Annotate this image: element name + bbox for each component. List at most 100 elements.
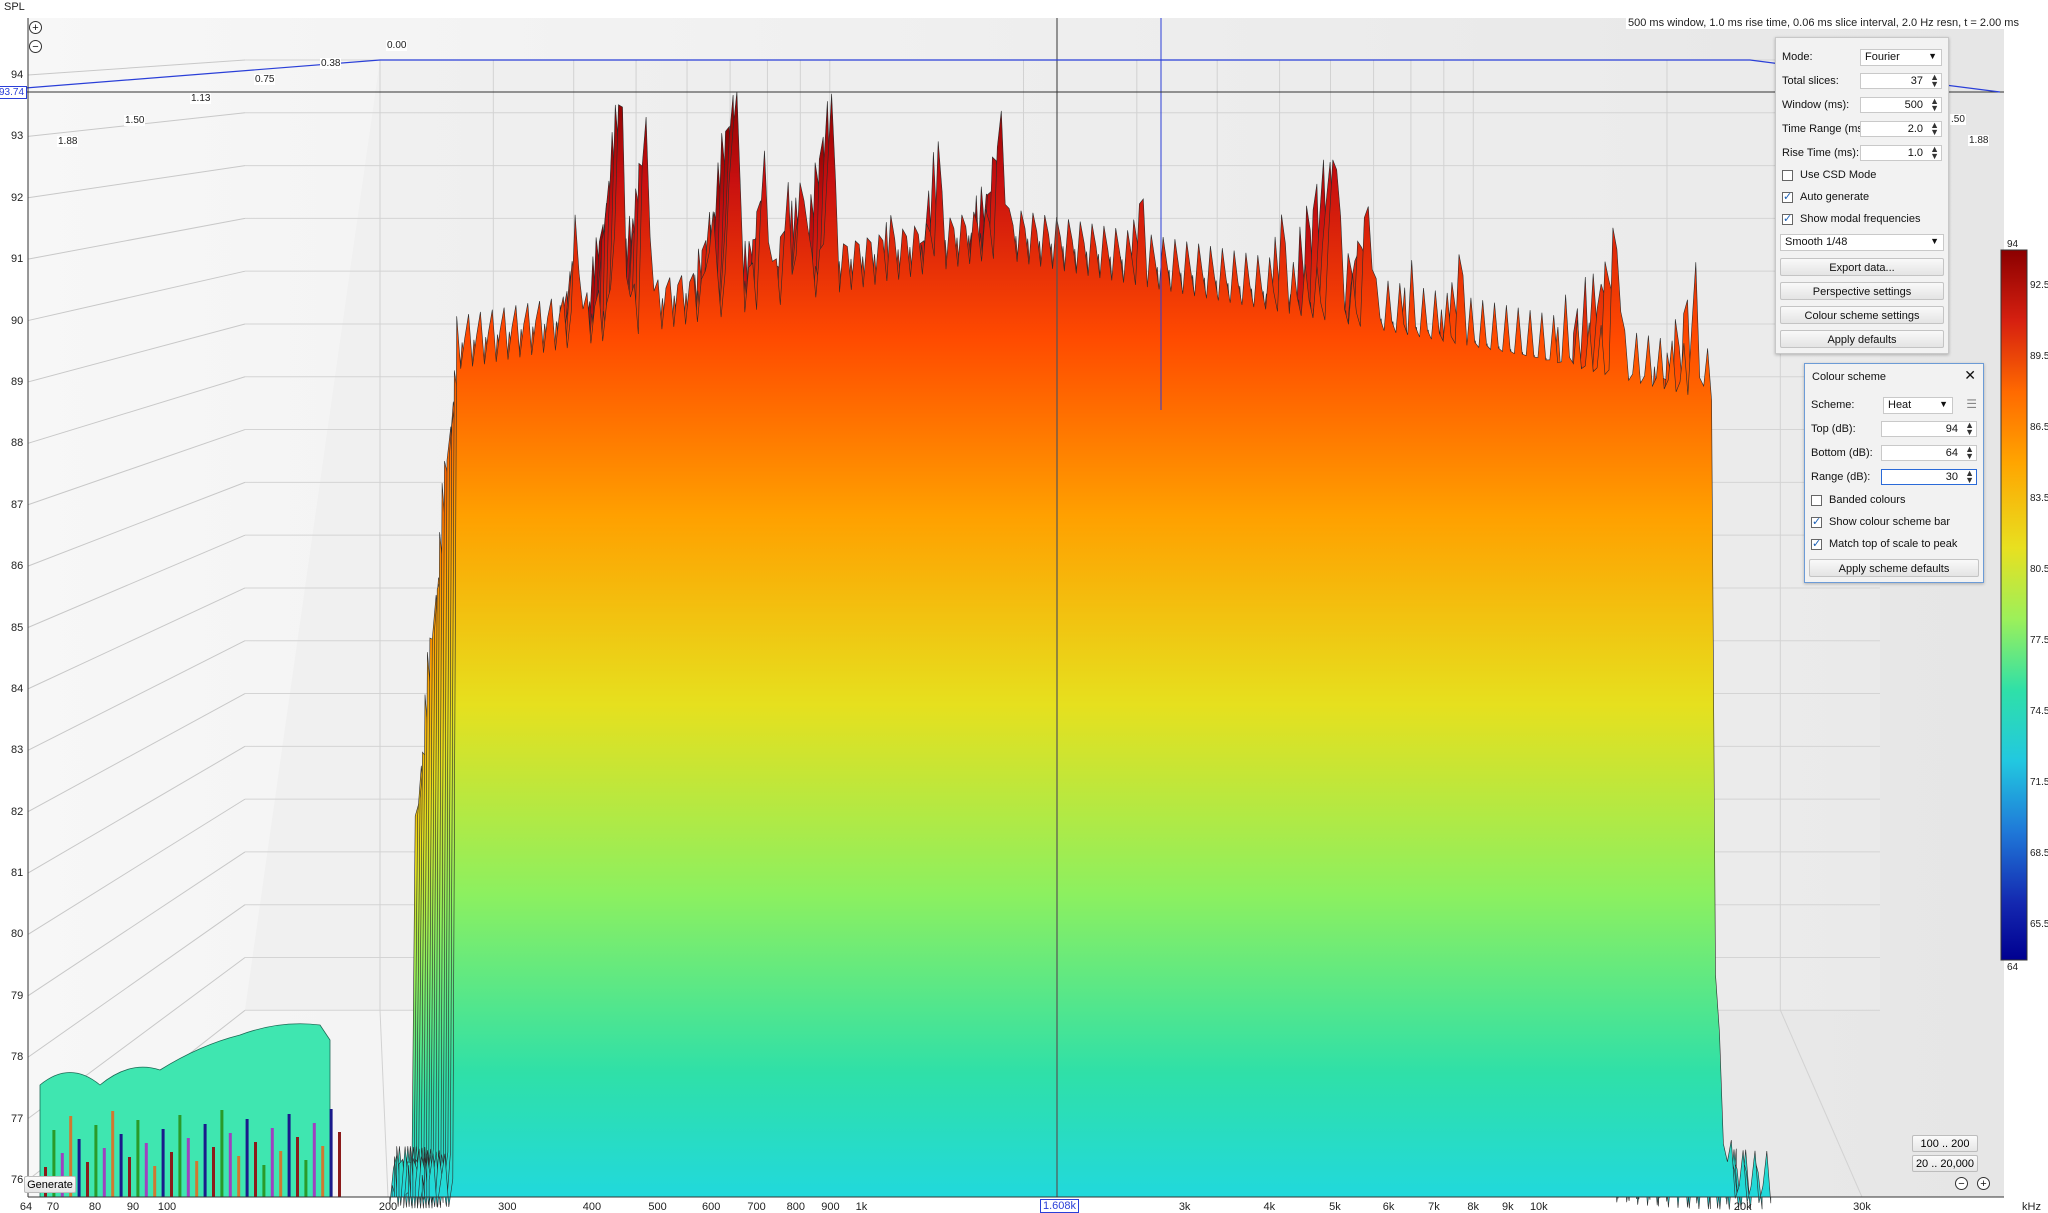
modal-frequency-bar xyxy=(296,1137,299,1197)
spinner-arrows-icon[interactable]: ▲ ▼ xyxy=(1965,445,1974,461)
time-tick-label: .50 xyxy=(1950,114,1966,125)
zoom-in-icon[interactable]: + xyxy=(1977,1177,1990,1190)
modal-frequency-bar xyxy=(245,1119,249,1197)
perspective-settings-button[interactable]: Perspective settings xyxy=(1780,282,1944,300)
y-tick-label: 79 xyxy=(11,989,24,1002)
y-tick-label: 91 xyxy=(11,253,24,266)
sliders-icon[interactable]: ☰ xyxy=(1966,397,1977,411)
banded-colours-row[interactable]: Banded colours xyxy=(1811,492,1977,512)
total-slices-label: Total slices: xyxy=(1782,75,1839,87)
colour-bar-tick-label: 68.5 xyxy=(2030,847,2048,859)
zoom-out-icon[interactable]: − xyxy=(1955,1177,1968,1190)
y-tick-label: 82 xyxy=(11,805,24,818)
range-db-input[interactable]: 30 ▲ ▼ xyxy=(1881,469,1977,485)
colour-bar-tick-label: 65.5 xyxy=(2030,918,2048,930)
show-colour-bar-row[interactable]: ✓ Show colour scheme bar xyxy=(1811,514,1977,534)
x-tick-label: 70 xyxy=(46,1201,60,1213)
export-data-button[interactable]: Export data... xyxy=(1780,258,1944,276)
colour-bar-tick-label: 89.5 xyxy=(2030,350,2048,362)
range-100-200-button[interactable]: 100 .. 200 xyxy=(1912,1135,1978,1152)
modal-frequency-bar xyxy=(86,1162,89,1197)
use-csd-label: Use CSD Mode xyxy=(1800,169,1877,181)
mode-select[interactable]: Fourier ▼ xyxy=(1860,49,1942,66)
x-tick-label: 8k xyxy=(1467,1201,1479,1213)
colour-scheme-settings-button[interactable]: Colour scheme settings xyxy=(1780,306,1944,324)
colour-bar-tick-label: 86.5 xyxy=(2030,421,2048,433)
time-tick-label: 1.13 xyxy=(190,93,212,104)
time-tick-label: 1.88 xyxy=(1968,135,1990,146)
show-modal-row[interactable]: ✓ Show modal frequencies xyxy=(1782,211,1942,231)
colour-bar-tick-label: 80.5 xyxy=(2030,563,2048,575)
x-tick-label: 5k xyxy=(1329,1201,1341,1213)
waterfall-plot[interactable] xyxy=(0,0,2048,1213)
spinner-arrows-icon[interactable]: ▲ ▼ xyxy=(1930,121,1939,137)
banded-colours-checkbox[interactable] xyxy=(1811,495,1822,506)
auto-generate-checkbox[interactable]: ✓ xyxy=(1782,192,1793,203)
colour-scheme-title: Colour scheme xyxy=(1812,371,1886,383)
x-tick-label: 90 xyxy=(126,1201,140,1213)
time-tick-label: 1.50 xyxy=(124,115,146,126)
use-csd-row[interactable]: Use CSD Mode xyxy=(1782,167,1942,187)
apply-scheme-defaults-button[interactable]: Apply scheme defaults xyxy=(1809,559,1979,577)
spinner-arrows-icon[interactable]: ▲ ▼ xyxy=(1930,73,1939,89)
spl-axis-label: SPL xyxy=(4,1,25,13)
match-top-row[interactable]: ✓ Match top of scale to peak xyxy=(1811,536,1977,556)
time-tick-label: 0.38 xyxy=(320,58,342,69)
top-db-input[interactable]: 94 ▲ ▼ xyxy=(1881,421,1977,437)
generate-button[interactable]: Generate xyxy=(24,1176,76,1193)
y-tick-label: 90 xyxy=(11,314,24,327)
colour-bar-bottom-label: 64 xyxy=(2007,962,2019,973)
x-tick-label: 10k xyxy=(1529,1201,1548,1213)
auto-generate-row[interactable]: ✓ Auto generate xyxy=(1782,189,1942,209)
modal-frequency-bar xyxy=(102,1148,106,1197)
spinner-arrows-icon[interactable]: ▲ ▼ xyxy=(1965,421,1974,437)
bottom-db-input[interactable]: 64 ▲ ▼ xyxy=(1881,445,1977,461)
modal-frequency-bar xyxy=(186,1138,190,1197)
x-tick-label: 1k xyxy=(855,1201,868,1213)
total-slices-input[interactable]: 37 ▲ ▼ xyxy=(1860,73,1942,89)
spinner-arrows-icon[interactable]: ▲ ▼ xyxy=(1930,145,1939,161)
zoom-out-icon[interactable]: − xyxy=(29,40,42,53)
range-db-label: Range (dB): xyxy=(1811,471,1871,483)
x-tick-label: 80 xyxy=(88,1201,102,1213)
apply-defaults-button[interactable]: Apply defaults xyxy=(1780,330,1944,348)
show-colour-bar-checkbox[interactable]: ✓ xyxy=(1811,517,1822,528)
zoom-in-icon[interactable]: + xyxy=(29,21,42,34)
colour-bar-tick-label: 74.5 xyxy=(2030,705,2048,717)
time-tick-label: 0.75 xyxy=(254,74,276,85)
use-csd-checkbox[interactable] xyxy=(1782,170,1793,181)
modal-frequency-bar xyxy=(237,1156,241,1197)
close-icon[interactable]: ✕ xyxy=(1964,367,1976,384)
spinner-arrows-icon[interactable]: ▲ ▼ xyxy=(1930,97,1939,113)
x-tick-label: 700 xyxy=(747,1201,766,1213)
info-text: 500 ms window, 1.0 ms rise time, 0.06 ms… xyxy=(1626,17,2021,29)
range-db-value: 30 xyxy=(1945,471,1958,483)
modal-frequency-bar xyxy=(203,1124,207,1197)
modal-frequency-bar xyxy=(304,1160,308,1197)
smoothing-value: Smooth 1/48 xyxy=(1785,236,1848,248)
match-top-checkbox[interactable]: ✓ xyxy=(1811,539,1822,550)
scheme-value: Heat xyxy=(1888,399,1912,411)
spinner-arrows-icon[interactable]: ▲ ▼ xyxy=(1965,469,1974,485)
match-top-label: Match top of scale to peak xyxy=(1829,538,1958,550)
show-modal-label: Show modal frequencies xyxy=(1800,213,1921,225)
modal-frequency-bar xyxy=(212,1147,215,1197)
time-range-input[interactable]: 2.0 ▲ ▼ xyxy=(1860,121,1942,137)
time-tick-label: 0.00 xyxy=(386,40,408,51)
x-tick-label: 64 xyxy=(19,1201,33,1213)
y-tick-label: 85 xyxy=(11,621,24,634)
colour-bar-tick-label: 77.5 xyxy=(2030,634,2048,646)
window-input[interactable]: 500 ▲ ▼ xyxy=(1860,97,1942,113)
y-tick-label: 84 xyxy=(11,682,24,695)
scheme-select[interactable]: Heat ▼ xyxy=(1883,397,1953,414)
time-range-row: Time Range (ms): 2.0 ▲ ▼ xyxy=(1782,120,1942,140)
mode-value: Fourier xyxy=(1865,51,1900,63)
chevron-down-icon: ▼ xyxy=(1939,399,1948,409)
range-20-20000-button[interactable]: 20 .. 20,000 xyxy=(1912,1155,1978,1172)
smoothing-select[interactable]: Smooth 1/48 ▼ xyxy=(1780,234,1944,251)
chevron-down-icon: ▼ xyxy=(1930,236,1939,246)
show-modal-checkbox[interactable]: ✓ xyxy=(1782,214,1793,225)
modal-frequency-bar xyxy=(144,1143,148,1197)
modal-frequency-bar xyxy=(312,1123,316,1197)
rise-time-input[interactable]: 1.0 ▲ ▼ xyxy=(1860,145,1942,161)
